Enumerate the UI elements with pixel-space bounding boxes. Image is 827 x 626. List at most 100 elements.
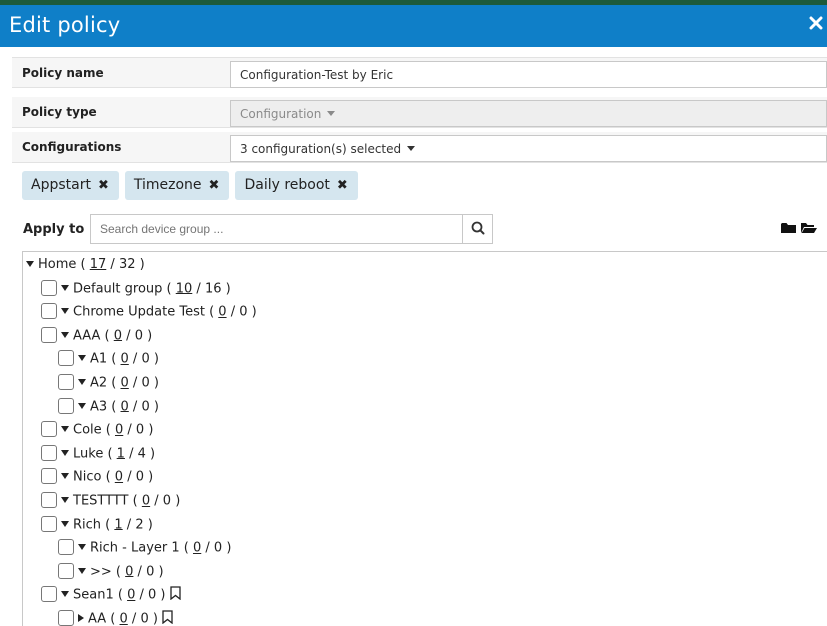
bookmark-icon[interactable] <box>162 610 173 624</box>
tree-node-label[interactable]: >> <box>90 564 112 579</box>
caret-down-icon[interactable] <box>26 260 34 267</box>
tree-node-checkbox[interactable] <box>58 397 74 414</box>
caret-down-icon[interactable] <box>61 591 69 598</box>
tree-node-label[interactable]: A3 <box>90 399 107 414</box>
tree-node-count: ( 1 / 2 ) <box>101 517 153 533</box>
tree-node-count: ( 0 / 0 ) <box>204 304 257 320</box>
tree-node-label[interactable]: Cole <box>73 423 102 438</box>
total-count: 0 <box>146 564 155 580</box>
tree-node: Chrome Update Test ( 0 / 0 ) <box>41 303 257 326</box>
caret-down-icon[interactable] <box>61 473 69 480</box>
tree-node-count: ( 0 / 0 ) <box>113 587 166 603</box>
policy-type-label: Policy type <box>22 105 97 119</box>
caret-down-icon[interactable] <box>78 379 86 385</box>
caret-down-icon[interactable] <box>61 331 69 338</box>
tree-node-checkbox[interactable] <box>58 350 74 367</box>
selected-count-link[interactable]: 1 <box>117 446 125 461</box>
tree-node-label[interactable]: Rich <box>73 517 101 532</box>
tree-node-checkbox[interactable] <box>41 492 57 508</box>
config-chip: Timezone ✖ <box>124 171 230 200</box>
tree-node: Cole ( 0 / 0 ) <box>41 421 154 444</box>
caret-down-icon[interactable] <box>78 355 86 362</box>
caret-down-icon[interactable] <box>78 567 86 574</box>
tree-node-label[interactable]: AAA <box>73 328 100 343</box>
selected-count-link[interactable]: 0 <box>115 470 123 485</box>
tree-node-checkbox[interactable] <box>58 610 74 626</box>
close-button[interactable] <box>809 10 825 35</box>
tree-node-checkbox[interactable] <box>41 468 57 485</box>
remove-chip-icon[interactable]: ✖ <box>337 178 348 193</box>
remove-chip-icon[interactable]: ✖ <box>209 178 220 193</box>
search-button[interactable] <box>462 214 493 244</box>
selected-count-link[interactable]: 10 <box>176 281 193 296</box>
total-count: 0 <box>135 422 145 438</box>
tree-node: A2 ( 0 / 0 ) <box>58 374 159 397</box>
tree-node-checkbox[interactable] <box>41 444 57 461</box>
bookmark-icon[interactable] <box>169 586 181 601</box>
tree-node-count: ( 0 / 0 ) <box>179 540 232 556</box>
tree-node-label[interactable]: Chrome Update Test <box>73 305 205 320</box>
tree-node-checkbox[interactable] <box>58 374 74 390</box>
caret-down-icon[interactable] <box>61 449 69 456</box>
selected-count-link[interactable]: 0 <box>121 352 129 367</box>
apply-to-label: Apply to <box>23 222 85 237</box>
caret-down-icon[interactable] <box>61 426 69 433</box>
device-group-search-input[interactable] <box>90 214 463 244</box>
tree-node-label[interactable]: AA <box>88 612 106 626</box>
total-count: 0 <box>213 540 223 556</box>
caret-down-icon[interactable] <box>78 402 86 409</box>
tree-node-label[interactable]: TESTTTT <box>73 494 129 509</box>
selected-count-link[interactable]: 17 <box>90 257 107 272</box>
tree-node-label[interactable]: Nico <box>73 470 101 485</box>
selected-count-link[interactable]: 0 <box>218 305 226 320</box>
tree-node-checkbox[interactable] <box>58 562 74 579</box>
caret-right-icon[interactable] <box>78 614 84 622</box>
tree-node-count: ( 0 / 0 ) <box>101 422 154 438</box>
tree-node-checkbox[interactable] <box>41 515 57 532</box>
selected-count-link[interactable]: 0 <box>142 494 150 509</box>
tree-node-label[interactable]: A2 <box>90 376 107 391</box>
caret-down-icon[interactable] <box>61 520 69 527</box>
tree-node-checkbox[interactable] <box>41 421 57 438</box>
tree-node-label[interactable]: A1 <box>90 352 107 367</box>
caret-down-icon[interactable] <box>61 308 69 315</box>
selected-count-link[interactable]: 0 <box>127 588 135 603</box>
folder-toggle-group <box>781 222 817 237</box>
total-count: 0 <box>141 351 150 367</box>
chevron-down-icon <box>407 146 416 151</box>
tree-node-checkbox[interactable] <box>41 326 57 343</box>
tree-node: Rich ( 1 / 2 ) <box>41 515 153 539</box>
tree-node-label[interactable]: Default group <box>73 281 162 296</box>
caret-down-icon[interactable] <box>61 284 69 291</box>
selected-count-link[interactable]: 0 <box>193 541 201 556</box>
selected-count-link[interactable]: 0 <box>114 328 122 343</box>
policy-name-input[interactable]: Configuration-Test by Eric <box>230 61 827 88</box>
tree-node-label[interactable]: Luke <box>73 446 103 461</box>
policy-type-row: Policy type Configuration <box>12 97 827 128</box>
selected-count-link[interactable]: 0 <box>121 399 129 414</box>
policy-type-select[interactable]: Configuration <box>230 100 827 127</box>
selected-count-link[interactable]: 0 <box>115 423 123 438</box>
selected-count-link[interactable]: 1 <box>114 517 122 532</box>
chip-label: Timezone <box>133 177 202 193</box>
tree-node-checkbox[interactable] <box>41 586 57 603</box>
folder-open-icon[interactable] <box>800 222 817 234</box>
caret-down-icon[interactable] <box>61 497 69 503</box>
tree-node-checkbox[interactable] <box>41 303 57 320</box>
selected-count-link[interactable]: 0 <box>125 564 133 579</box>
configurations-row: Configurations 3 configuration(s) select… <box>12 132 827 163</box>
tree-node-count: ( 0 / 0 ) <box>111 564 164 580</box>
tree-node-checkbox[interactable] <box>58 539 74 556</box>
tree-node-checkbox[interactable] <box>41 279 57 296</box>
caret-down-icon[interactable] <box>78 544 86 551</box>
selected-count-link[interactable]: 0 <box>120 612 128 626</box>
tree-node-label[interactable]: Sean1 <box>73 588 114 603</box>
tree-node-label[interactable]: Rich - Layer 1 <box>90 541 180 556</box>
remove-chip-icon[interactable]: ✖ <box>98 178 109 193</box>
total-count: 32 <box>118 257 136 272</box>
folder-icon[interactable] <box>781 222 796 234</box>
selected-configurations: Appstart ✖ Timezone ✖ Daily reboot ✖ <box>22 171 364 201</box>
selected-count-link[interactable]: 0 <box>121 376 129 391</box>
configurations-select[interactable]: 3 configuration(s) selected <box>230 135 827 162</box>
tree-node-label[interactable]: Home <box>38 257 76 272</box>
